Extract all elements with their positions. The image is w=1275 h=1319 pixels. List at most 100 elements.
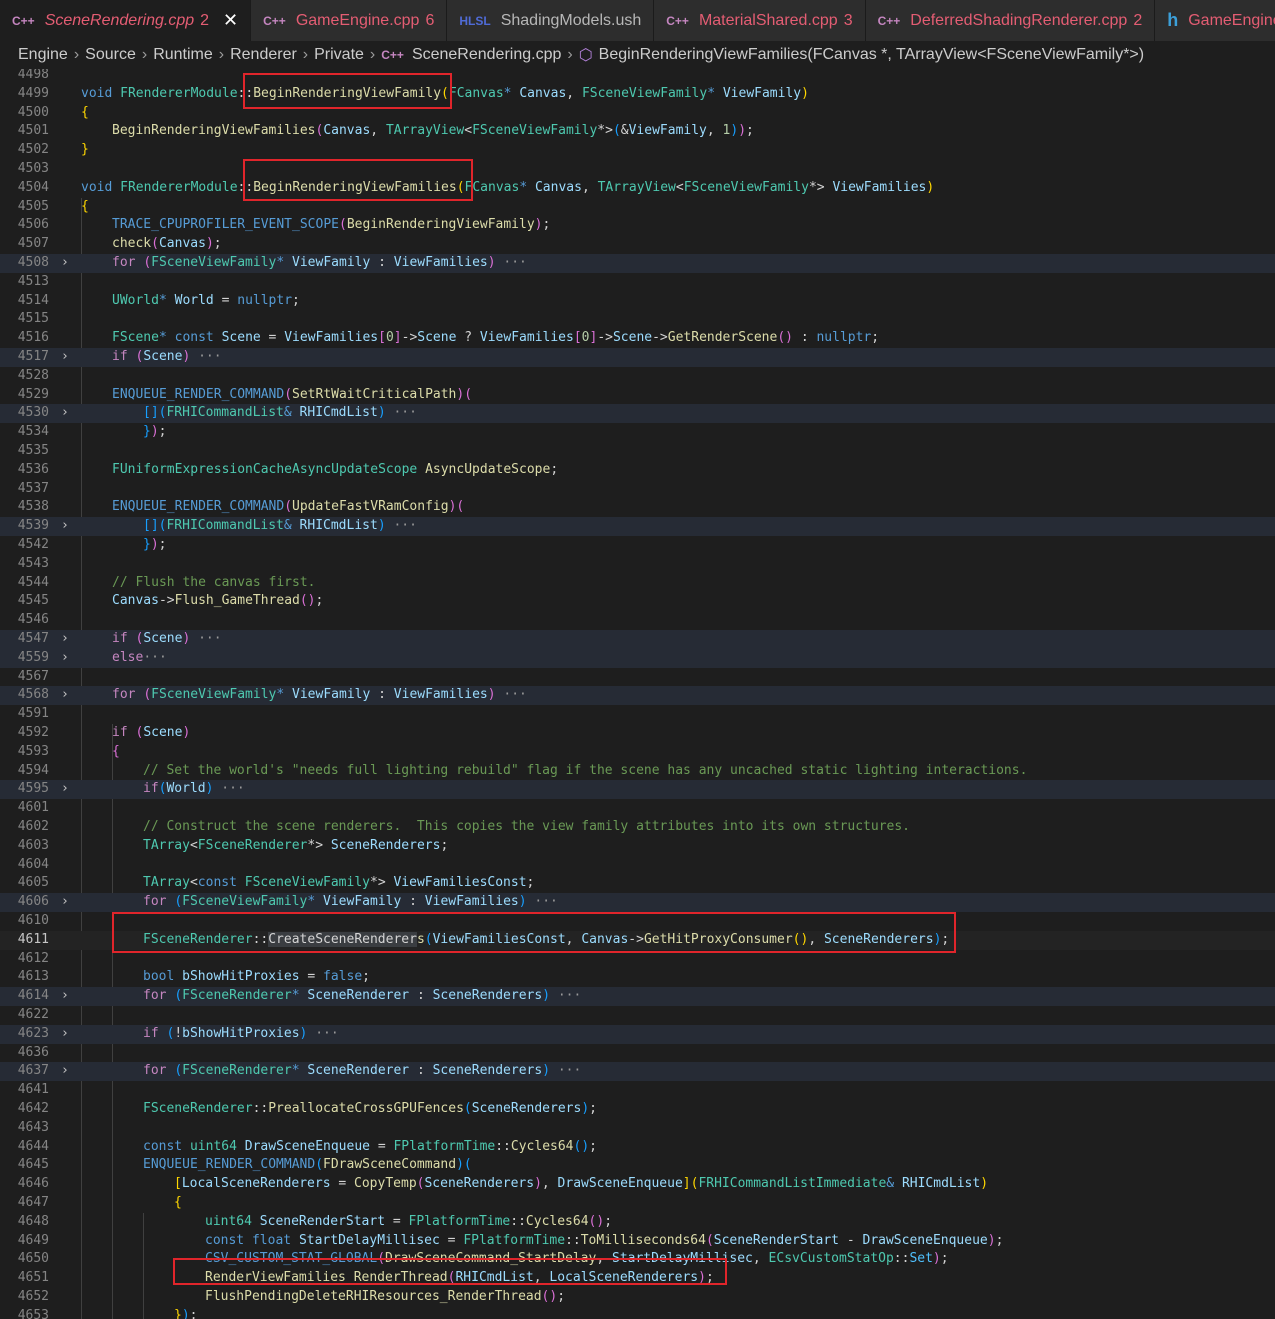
code-text: bool bShowHitProxies = false; bbox=[143, 968, 370, 987]
code-token: , bbox=[566, 85, 582, 101]
code-token: CopyTemp bbox=[354, 1176, 417, 1192]
code-token: ) bbox=[932, 1251, 941, 1267]
code-token: ViewFamilies bbox=[393, 255, 488, 270]
code-text: ENQUEUE_RENDER_COMMAND(SetRtWaitCritical… bbox=[112, 386, 472, 405]
breadcrumb-file[interactable]: SceneRendering.cpp bbox=[412, 46, 561, 64]
fold-chevron-icon[interactable]: › bbox=[61, 893, 69, 912]
code-text: TArray<const FSceneViewFamily*> ViewFami… bbox=[143, 874, 534, 893]
code-token: ) bbox=[377, 405, 386, 421]
code-token: ··· bbox=[385, 405, 417, 421]
breadcrumb-item[interactable]: Source bbox=[85, 46, 136, 64]
code-token: World bbox=[174, 292, 214, 308]
cpp-file-icon: C++ bbox=[381, 48, 404, 62]
fold-chevron-icon[interactable]: › bbox=[61, 630, 69, 649]
code-token: FScene bbox=[112, 330, 159, 346]
code-token: ; bbox=[589, 1138, 597, 1154]
fold-chevron-icon[interactable]: › bbox=[61, 649, 69, 668]
code-token: ) bbox=[926, 179, 935, 195]
code-token: DrawSceneEnqueue bbox=[244, 1138, 370, 1154]
code-token: , bbox=[581, 179, 598, 195]
code-token: ] bbox=[393, 330, 402, 346]
tab-deferredshadingrenderer-cpp[interactable]: C++ DeferredShadingRenderer.cpp 2 bbox=[865, 0, 1156, 41]
code-token: : bbox=[409, 1063, 433, 1079]
code-token: , bbox=[752, 1251, 769, 1267]
fold-chevron-icon[interactable]: › bbox=[61, 1062, 69, 1081]
code-token: ENQUEUE_RENDER_COMMAND bbox=[143, 1157, 316, 1173]
code-token: < bbox=[189, 875, 198, 891]
code-token: RenderViewFamilies_RenderThread bbox=[205, 1270, 448, 1286]
code-token: ··· bbox=[495, 255, 527, 270]
line-number: 4508 bbox=[17, 255, 49, 270]
code-token: ; bbox=[705, 1270, 714, 1286]
breadcrumb-item[interactable]: Private bbox=[314, 46, 364, 64]
code-text: Canvas->Flush_GameThread(); bbox=[112, 592, 323, 611]
code-token: GetHitProxyConsumer bbox=[643, 931, 793, 947]
tab-materialshared-cpp[interactable]: C++ MaterialShared.cpp 3 bbox=[654, 0, 866, 41]
code-token: () bbox=[777, 330, 793, 346]
breadcrumb-item[interactable]: Renderer bbox=[230, 46, 297, 64]
code-token: -> bbox=[628, 931, 644, 947]
code-line: 4530 › [](FRHICommandList& RHICmdList) ··· bbox=[0, 404, 1275, 424]
hlsl-file-icon: HLSL bbox=[459, 13, 491, 28]
code-line: 4649 const float StartDelayMillisec = FPl… bbox=[0, 1232, 1275, 1251]
code-line: 4529 ENQUEUE_RENDER_COMMAND(SetRtWaitCrit… bbox=[0, 386, 1275, 405]
code-token: ; bbox=[362, 969, 370, 985]
code-token: FSceneRenderer bbox=[182, 988, 292, 1004]
code-line: 4545 Canvas->Flush_GameThread(); bbox=[0, 592, 1275, 611]
tab-shadingmodels-ush[interactable]: HLSL ShadingModels.ush bbox=[447, 0, 655, 41]
code-token: DrawSceneCommand_StartDelay bbox=[385, 1251, 597, 1267]
code-token: ViewFamily bbox=[323, 894, 402, 910]
code-token: Canvas bbox=[519, 85, 567, 101]
code-line: 4538 ENQUEUE_RENDER_COMMAND(UpdateFastVRa… bbox=[0, 498, 1275, 517]
cpp-file-icon: C++ bbox=[12, 13, 35, 28]
tab-gameengine-cpp[interactable]: C++ GameEngine.cpp 6 bbox=[251, 0, 448, 41]
fold-chevron-icon[interactable]: › bbox=[61, 987, 69, 1006]
code-token: BeginRenderingViewFamily bbox=[346, 217, 535, 233]
line-number: 4647 bbox=[17, 1195, 49, 1210]
fold-chevron-icon[interactable]: › bbox=[61, 780, 69, 799]
code-token: Scene bbox=[612, 330, 653, 346]
code-token: ( bbox=[284, 386, 293, 402]
code-token: false bbox=[323, 969, 363, 985]
code-text: else··· bbox=[112, 649, 167, 668]
breadcrumb-item[interactable]: Engine bbox=[18, 46, 68, 64]
code-token: , bbox=[808, 931, 824, 947]
code-line: 4513 bbox=[0, 273, 1275, 292]
code-editor[interactable]: 4653}); 4652 FlushPendingDeleteRHIResource… bbox=[0, 69, 1275, 1319]
tab-gameengine[interactable]: h GameEngine bbox=[1155, 0, 1275, 41]
code-token: ) bbox=[150, 537, 159, 552]
code-token: FSceneViewFamily bbox=[182, 894, 308, 910]
code-token: ( bbox=[151, 236, 159, 252]
close-icon[interactable]: ✕ bbox=[223, 10, 238, 31]
breadcrumb-symbol[interactable]: BeginRenderingViewFamilies(FCanvas *, TA… bbox=[599, 46, 1144, 64]
line-number: 4517 bbox=[17, 349, 49, 364]
code-token: if bbox=[143, 781, 159, 797]
breadcrumb-item[interactable]: Runtime bbox=[153, 46, 213, 64]
code-line: 4568 › for (FSceneViewFamily* ViewFamily :… bbox=[0, 686, 1275, 706]
code-token: ViewFamiliesConst bbox=[432, 931, 566, 947]
code-token: BeginRenderingViewFamilies bbox=[112, 123, 316, 139]
code-text: FSceneRenderer::CreateSceneRenderers(Vie… bbox=[143, 931, 949, 950]
code-token: * bbox=[158, 292, 167, 308]
fold-chevron-icon[interactable]: › bbox=[61, 517, 69, 536]
fold-chevron-icon[interactable]: › bbox=[61, 1025, 69, 1044]
code-line: 4537 bbox=[0, 480, 1275, 499]
code-token: FPlatformTime bbox=[463, 1232, 566, 1248]
code-text: // Set the world's "needs full lighting … bbox=[143, 762, 1027, 781]
code-line: 4517 › if (Scene) ··· bbox=[0, 348, 1275, 367]
fold-chevron-icon[interactable]: › bbox=[61, 348, 69, 367]
line-number: 4514 bbox=[17, 292, 49, 308]
line-number: 4643 bbox=[17, 1119, 49, 1135]
code-token: ( bbox=[612, 123, 621, 139]
fold-chevron-icon[interactable]: › bbox=[61, 686, 69, 705]
code-token: ViewFamily bbox=[722, 85, 802, 101]
fold-chevron-icon[interactable]: › bbox=[61, 254, 69, 273]
code-line: 4605 TArray<const FSceneViewFamily*> View… bbox=[0, 874, 1275, 893]
tab-scenerendering-cpp[interactable]: C++ SceneRendering.cpp 2 ✕ bbox=[0, 0, 252, 41]
chevron-right-icon: › bbox=[73, 46, 80, 63]
fold-chevron-icon[interactable]: › bbox=[61, 404, 69, 423]
code-token: } bbox=[143, 537, 151, 552]
